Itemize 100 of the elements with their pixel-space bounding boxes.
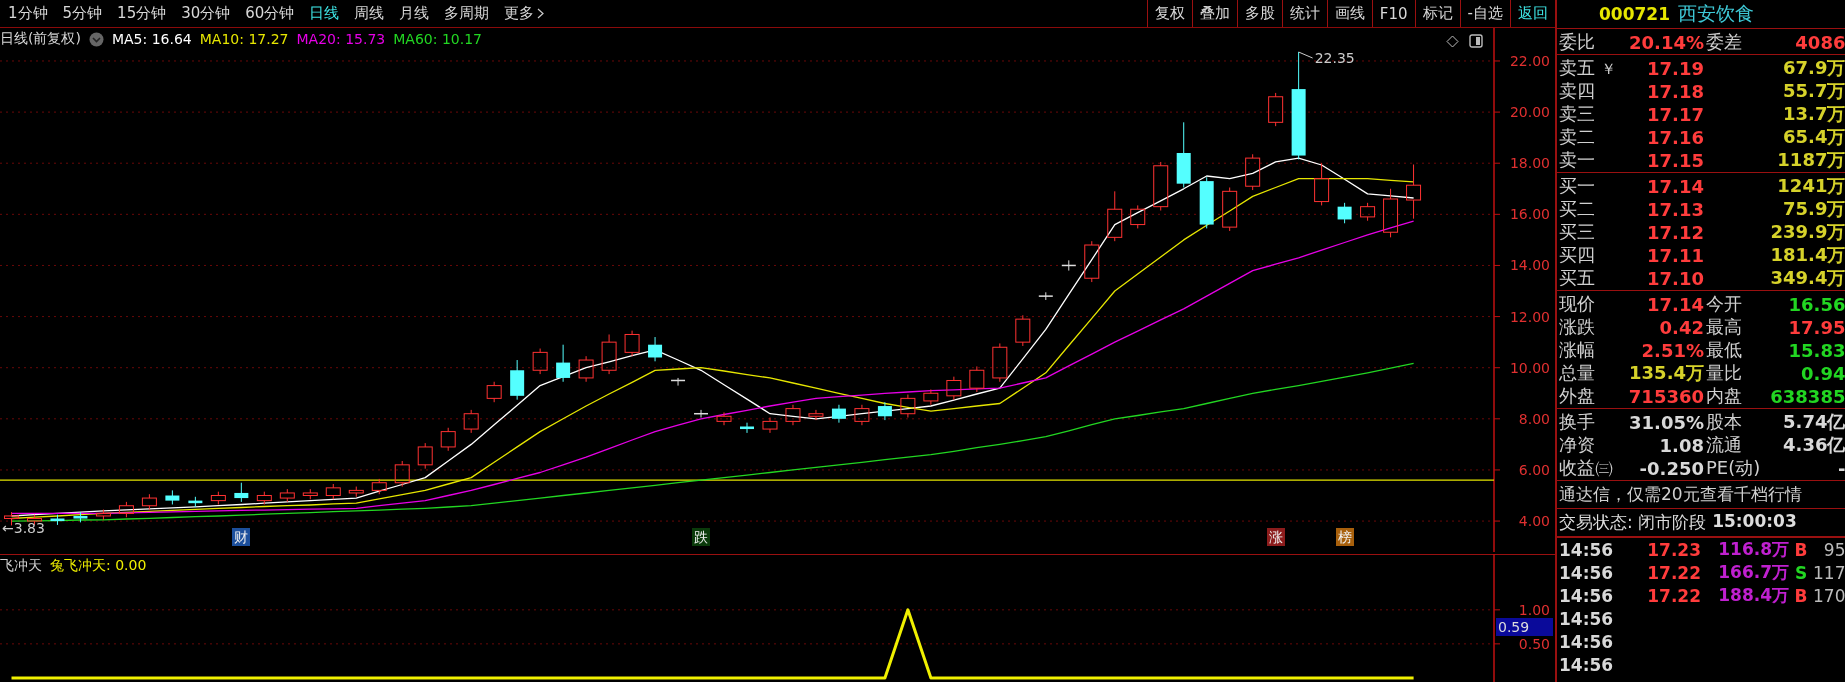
rising-candle (1383, 188, 1399, 238)
falling-candle (50, 514, 65, 526)
signal-tag: 榜 (1335, 528, 1354, 546)
rising-candle (394, 460, 410, 488)
tick-volume: 166.7万 (1717, 561, 1789, 584)
tick-count: 170 (1813, 585, 1845, 606)
toolbar-button[interactable]: 叠加 (1191, 0, 1237, 27)
y-axis-label: 4.00 (1518, 513, 1550, 530)
falling-candle (556, 344, 571, 383)
order-level-label: 买二 (1558, 197, 1596, 221)
toolbar-button[interactable]: 返回 (1510, 0, 1555, 27)
falling-candle (740, 422, 754, 434)
field-value: 135.4万 (1628, 361, 1704, 385)
indicator-title: 飞冲天 (0, 557, 42, 575)
toolbar-button[interactable]: 画线 (1326, 0, 1372, 27)
period-tab[interactable]: 5分钟 (56, 2, 109, 25)
rising-candle (95, 509, 111, 521)
rising-candle (371, 478, 387, 495)
order-volume: 1241万 (1776, 174, 1845, 198)
rising-candle (141, 493, 157, 511)
field-value: 20.14% (1628, 31, 1704, 53)
tick-time: 14:56 (1558, 562, 1615, 583)
panel-toggle-icon[interactable] (1469, 34, 1483, 48)
rising-candle (532, 348, 548, 375)
field-label: 净资 (1558, 433, 1596, 457)
field-label: 最低 (1705, 338, 1743, 362)
rising-candle (1107, 190, 1123, 242)
chevron-right-icon (537, 8, 545, 19)
rising-candle (440, 427, 456, 452)
field-value: 16.56 (1787, 293, 1845, 315)
rising-candle (1360, 202, 1376, 222)
period-tab[interactable]: 周线 (348, 2, 391, 25)
tick-price: 17.22 (1646, 585, 1701, 606)
tick-time: 14:56 (1558, 654, 1615, 675)
period-tab[interactable]: 月线 (393, 2, 436, 25)
promo-text: 通达信，仅需20元查看千档行情 (1557, 481, 1845, 509)
field-label: 外盘 (1558, 384, 1596, 408)
rising-candle (118, 501, 134, 518)
stock-name: 西安饮食 (1678, 1, 1754, 26)
toolbar-button[interactable]: F10 (1371, 0, 1415, 27)
rising-candle (279, 488, 295, 503)
period-tab[interactable]: 30分钟 (175, 2, 237, 25)
order-price: 17.11 (1646, 244, 1704, 266)
rising-candle (1015, 314, 1031, 347)
field-value: - (1836, 457, 1845, 479)
field-value: 5.74亿 (1782, 410, 1845, 434)
field-value: 0.42 (1658, 316, 1704, 338)
rising-candle (417, 442, 433, 470)
order-level-label: 买四 (1558, 243, 1596, 267)
field-label: 内盘 (1705, 384, 1743, 408)
rising-candle (1222, 187, 1238, 232)
order-volume: 1187万 (1776, 148, 1845, 172)
tick-time: 14:56 (1558, 631, 1615, 652)
field-label: 收益㈢ (1558, 456, 1613, 480)
falling-candle (1199, 176, 1214, 229)
rising-candle (854, 404, 870, 426)
y-axis-label: 12.00 (1509, 308, 1550, 325)
field-label: 流通 (1705, 433, 1743, 457)
rising-candle (1130, 204, 1146, 229)
order-level-label: 卖三 (1558, 102, 1596, 126)
signal-tag: 涨 (1266, 528, 1285, 546)
rising-candle (900, 394, 916, 419)
order-price: 17.19 (1646, 57, 1704, 79)
trade-side: B (1793, 585, 1809, 606)
field-value: -0.250 (1638, 457, 1704, 479)
period-tab[interactable]: 60分钟 (239, 2, 301, 25)
doji-candle (1038, 291, 1054, 301)
leader-line (1298, 51, 1314, 59)
toolbar-button[interactable]: 统计 (1281, 0, 1327, 27)
order-price: 17.14 (1646, 175, 1704, 197)
period-tab[interactable]: 多周期 (438, 2, 496, 25)
stock-code: 000721 (1599, 4, 1670, 24)
field-label: 现价 (1558, 292, 1596, 316)
field-value: 1.08 (1658, 434, 1704, 456)
signal-tag: 财 (232, 528, 251, 546)
diamond-icon[interactable] (1446, 34, 1459, 48)
toolbar-button[interactable]: 复权 (1146, 0, 1192, 27)
toolbar-button[interactable]: 标记 (1414, 0, 1460, 27)
chart-title: 日线(前复权) (0, 30, 81, 48)
period-tab[interactable]: 15分钟 (111, 2, 173, 25)
low-price-label: ←3.83 (2, 520, 45, 537)
dropdown-icon[interactable] (88, 31, 104, 47)
toolbar-button[interactable]: -自选 (1459, 0, 1510, 27)
falling-candle (877, 401, 892, 421)
indicator-legend: 兔飞冲天: 0.00 (50, 557, 147, 575)
falling-candle (831, 404, 846, 424)
period-tab[interactable]: 日线 (303, 2, 346, 25)
rising-candle (808, 409, 824, 421)
trade-side: B (1793, 539, 1809, 560)
field-label: 委差 (1705, 30, 1743, 54)
period-tab[interactable]: 1分钟 (2, 2, 54, 25)
field-value: 4.36亿 (1782, 433, 1845, 457)
toolbar-button[interactable]: 多股 (1236, 0, 1282, 27)
field-value: 4086 (1794, 31, 1845, 53)
y-axis-label: 1.00 (1518, 601, 1550, 618)
tick-count: 117 (1813, 562, 1845, 583)
falling-candle (648, 336, 663, 362)
rising-candle (1268, 92, 1284, 127)
period-tab[interactable]: 更多 (498, 2, 551, 25)
order-volume: 181.4万 (1769, 243, 1845, 267)
